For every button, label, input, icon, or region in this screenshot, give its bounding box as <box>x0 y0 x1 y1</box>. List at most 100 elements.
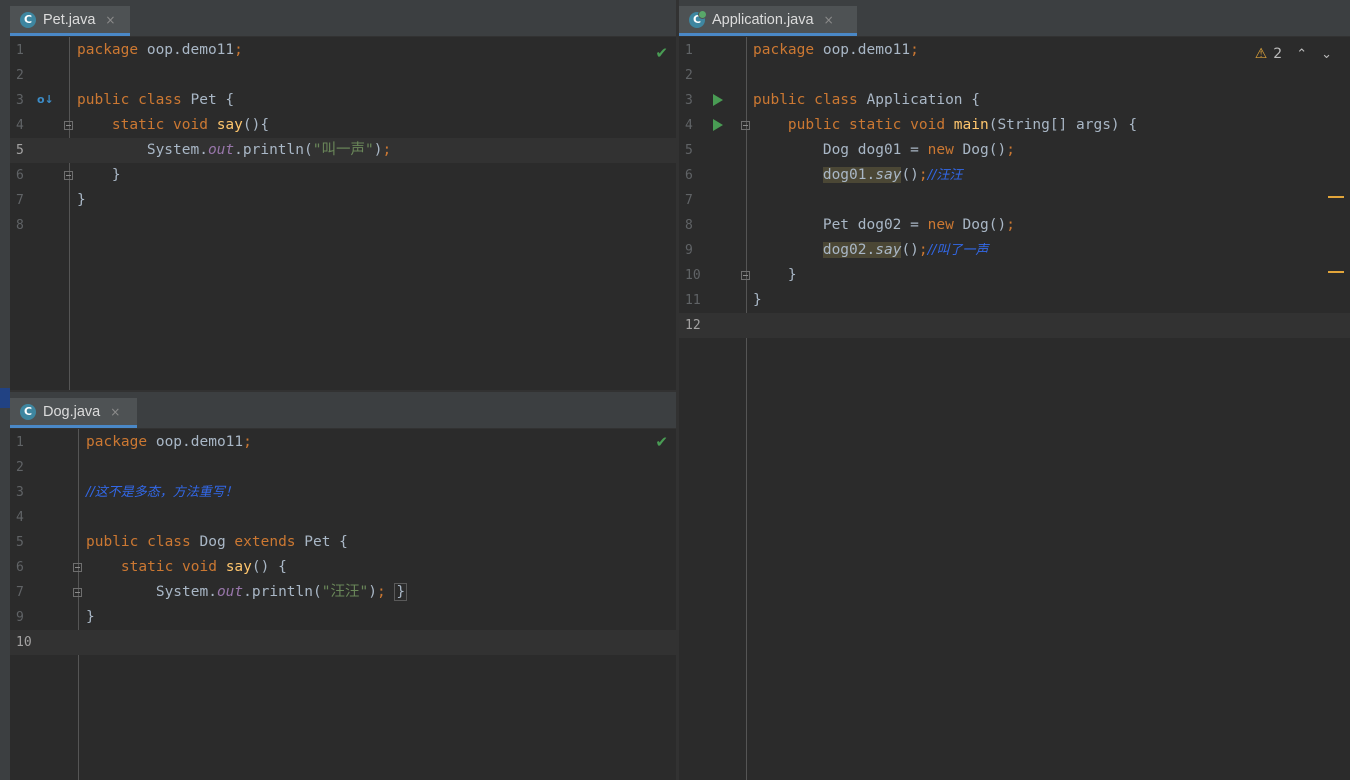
code-line[interactable]: 2 <box>679 63 1350 88</box>
line-number[interactable]: 12 <box>679 313 709 338</box>
line-number[interactable]: 6 <box>10 555 40 580</box>
code-line[interactable]: 3 public class Pet { o↓ <box>10 88 676 113</box>
line-number[interactable]: 9 <box>679 238 709 263</box>
code-text[interactable]: package oop.demo11; <box>77 38 243 63</box>
code-line[interactable]: 6 static void say() { <box>10 555 676 580</box>
code-line[interactable]: 5 public class Dog extends Pet { <box>10 530 676 555</box>
code-line[interactable]: 6 dog01.say();//汪汪 <box>679 163 1350 188</box>
code-line[interactable]: 7 <box>679 188 1350 213</box>
code-text[interactable]: } <box>77 163 121 188</box>
line-number[interactable]: 9 <box>10 605 40 630</box>
code-text[interactable]: //这不是多态，方法重写！ <box>86 480 238 505</box>
code-text[interactable]: public static void main(String[] args) { <box>753 113 1137 138</box>
warning-stripe-mark[interactable] <box>1328 196 1344 198</box>
code-text[interactable]: static void say() { <box>86 555 287 580</box>
line-number[interactable]: 7 <box>679 188 709 213</box>
previous-highlight-icon[interactable]: ⌃ <box>1296 47 1307 62</box>
code-line[interactable]: 7 System.out.println("汪汪"); } <box>10 580 676 605</box>
fold-marker-icon[interactable] <box>741 271 750 280</box>
line-number[interactable]: 3 <box>10 88 40 113</box>
code-line[interactable]: 9} <box>10 605 676 630</box>
fold-marker-icon[interactable] <box>73 588 82 597</box>
code-line[interactable]: 2 <box>10 63 676 88</box>
tab-dog-java[interactable]: C Dog.java × <box>10 398 137 428</box>
line-number[interactable]: 8 <box>10 213 40 238</box>
code-line[interactable]: 9 dog02.say();//叫了一声 <box>679 238 1350 263</box>
line-number[interactable]: 7 <box>10 580 40 605</box>
close-icon[interactable]: × <box>824 13 834 27</box>
line-number[interactable]: 2 <box>10 63 40 88</box>
line-number[interactable]: 3 <box>679 88 709 113</box>
code-line[interactable]: 4 public static void main(String[] args)… <box>679 113 1350 138</box>
code-text[interactable]: Dog dog01 = new Dog(); <box>753 138 1015 163</box>
warning-stripe-mark[interactable] <box>1328 271 1344 273</box>
line-number[interactable]: 6 <box>679 163 709 188</box>
line-number[interactable]: 10 <box>10 630 40 655</box>
code-text[interactable]: } <box>86 605 95 630</box>
fold-marker-icon[interactable] <box>741 121 750 130</box>
code-text[interactable]: System.out.println("叫一声"); <box>77 138 391 163</box>
line-number[interactable]: 4 <box>679 113 709 138</box>
run-gutter-icon[interactable] <box>713 94 723 106</box>
fold-marker-icon[interactable] <box>64 171 73 180</box>
line-number[interactable]: 5 <box>679 138 709 163</box>
close-icon[interactable]: × <box>110 405 120 419</box>
no-problems-check-icon[interactable]: ✔ <box>655 44 668 62</box>
line-number[interactable]: 8 <box>679 213 709 238</box>
code-line[interactable]: 11} <box>679 288 1350 313</box>
code-editor[interactable]: 1 package oop.demo11; 2 3 public class Appli… <box>679 37 1350 780</box>
inspection-widget[interactable]: ⚠ 2 ⌃ ⌄ <box>1255 46 1332 62</box>
code-text[interactable]: public class Dog extends Pet { <box>86 530 348 555</box>
code-text[interactable]: public class Application { <box>753 88 980 113</box>
code-text[interactable]: Pet dog02 = new Dog(); <box>753 213 1015 238</box>
overridden-method-icon[interactable]: o↓ <box>37 93 54 108</box>
code-line[interactable]: 8 Pet dog02 = new Dog(); <box>679 213 1350 238</box>
code-line[interactable]: 4 static void say(){ <box>10 113 676 138</box>
line-number[interactable]: 1 <box>679 38 709 63</box>
code-line[interactable]: 5 Dog dog01 = new Dog(); <box>679 138 1350 163</box>
code-editor[interactable]: 1 package oop.demo11; 2 3 //这不是多态，方法重写！ 4 5 pub… <box>10 429 676 780</box>
fold-marker-icon[interactable] <box>64 121 73 130</box>
code-text[interactable]: dog02.say();//叫了一声 <box>753 238 988 263</box>
code-text[interactable]: } <box>753 288 762 313</box>
code-text[interactable]: } <box>753 263 797 288</box>
code-line[interactable]: 1 package oop.demo11; <box>10 38 676 63</box>
close-icon[interactable]: × <box>105 13 115 27</box>
line-number[interactable]: 1 <box>10 38 40 63</box>
code-line[interactable]: 3 public class Application { <box>679 88 1350 113</box>
code-line[interactable]: 10 } <box>679 263 1350 288</box>
line-number[interactable]: 5 <box>10 530 40 555</box>
code-text[interactable]: package oop.demo11; <box>86 430 252 455</box>
run-gutter-icon[interactable] <box>713 119 723 131</box>
line-number[interactable]: 5 <box>10 138 40 163</box>
code-line[interactable]: 2 <box>10 455 676 480</box>
code-text[interactable]: package oop.demo11; <box>753 38 919 63</box>
code-editor[interactable]: 1 package oop.demo11; 2 3 public class Pet {… <box>10 37 676 390</box>
line-number[interactable]: 7 <box>10 188 40 213</box>
code-text[interactable]: } <box>77 188 86 213</box>
line-number[interactable]: 6 <box>10 163 40 188</box>
code-line[interactable]: 5 System.out.println("叫一声"); <box>10 138 676 163</box>
code-text[interactable]: static void say(){ <box>77 113 269 138</box>
code-line[interactable]: 8 <box>10 213 676 238</box>
code-line[interactable]: 10 <box>10 630 676 655</box>
tab-application-java[interactable]: C Application.java × <box>679 6 857 36</box>
code-text[interactable]: dog01.say();//汪汪 <box>753 163 962 188</box>
line-number[interactable]: 1 <box>10 430 40 455</box>
code-line[interactable]: 1 package oop.demo11; <box>679 38 1350 63</box>
tab-pet-java[interactable]: C Pet.java × <box>10 6 130 36</box>
code-line[interactable]: 7} <box>10 188 676 213</box>
code-line[interactable]: 6 } <box>10 163 676 188</box>
no-problems-check-icon[interactable]: ✔ <box>655 433 668 451</box>
fold-marker-icon[interactable] <box>73 563 82 572</box>
line-number[interactable]: 4 <box>10 505 40 530</box>
code-text[interactable]: public class Pet { <box>77 88 234 113</box>
code-line[interactable]: 1 package oop.demo11; <box>10 430 676 455</box>
line-number[interactable]: 11 <box>679 288 709 313</box>
code-line[interactable]: 4 <box>10 505 676 530</box>
line-number[interactable]: 4 <box>10 113 40 138</box>
code-line[interactable]: 12 <box>679 313 1350 338</box>
code-line[interactable]: 3 //这不是多态，方法重写！ <box>10 480 676 505</box>
next-highlight-icon[interactable]: ⌄ <box>1321 47 1332 62</box>
line-number[interactable]: 2 <box>679 63 709 88</box>
